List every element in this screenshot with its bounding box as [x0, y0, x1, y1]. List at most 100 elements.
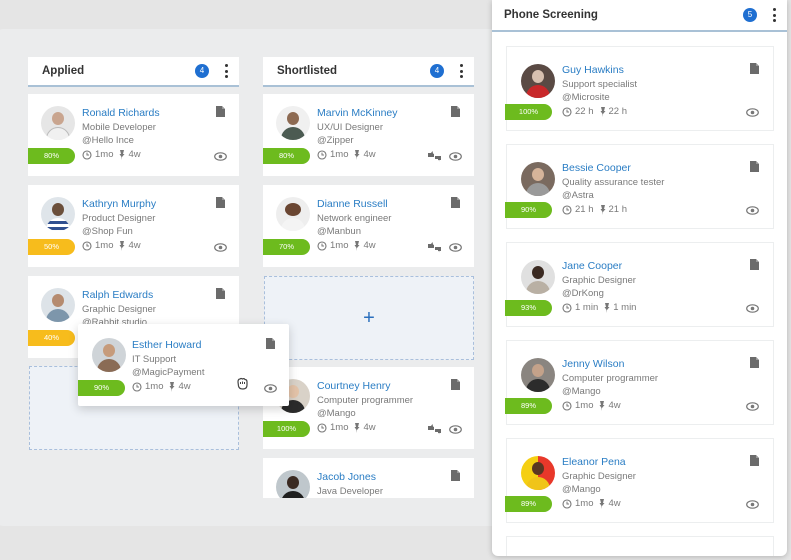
document-icon[interactable] — [750, 63, 759, 74]
candidate-company: @Zipper — [317, 135, 354, 146]
dragging-card[interactable]: Esther Howard IT Support @MagicPayment 1… — [78, 324, 289, 406]
candidate-company: @MagicPayment — [132, 367, 205, 378]
candidate-company: @Hello Ince — [82, 135, 134, 146]
candidate-company: @Microsite — [562, 92, 610, 103]
candidate-card[interactable]: Ronald Richards Mobile Developer @Hello … — [28, 94, 239, 176]
document-icon[interactable] — [451, 379, 460, 390]
eye-icon[interactable] — [746, 500, 759, 509]
document-icon[interactable] — [750, 357, 759, 368]
candidate-role: Graphic Designer — [562, 471, 636, 482]
candidate-role: Support specialist — [562, 79, 637, 90]
candidate-role: IT Support — [132, 354, 177, 365]
more-options-icon[interactable] — [221, 63, 231, 79]
candidate-card[interactable]: Marvin McKinney UX/UI Designer @Zipper 1… — [263, 94, 474, 176]
candidate-card[interactable]: Kathryn Murphy Product Designer @Shop Fu… — [28, 185, 239, 267]
candidate-name[interactable]: Jacob Jones — [317, 471, 376, 483]
candidate-card[interactable]: Jacob Jones Java Developer — [263, 458, 474, 498]
eye-icon[interactable] — [449, 243, 462, 252]
eye-icon[interactable] — [746, 304, 759, 313]
avatar — [521, 456, 555, 490]
time-since: 1 min — [575, 302, 599, 313]
pin-icon — [600, 107, 606, 117]
candidate-name[interactable]: Ronald Richards — [82, 107, 160, 119]
avatar — [92, 338, 126, 372]
document-icon[interactable] — [451, 470, 460, 481]
avatar — [276, 197, 310, 231]
candidate-company: @Manbun — [317, 226, 361, 237]
candidate-card[interactable]: Bessie Cooper Quality assurance tester @… — [505, 144, 774, 229]
avatar — [41, 106, 75, 140]
eye-icon[interactable] — [449, 425, 462, 434]
candidate-card[interactable]: Eleanor Pena Graphic Designer @Mango 1mo… — [505, 438, 774, 523]
candidate-company: @DrKong — [562, 288, 604, 299]
column-applied: Applied 4 — [28, 57, 239, 87]
column-shortlisted: Shortlisted 4 — [263, 57, 474, 87]
document-icon[interactable] — [750, 161, 759, 172]
document-icon[interactable] — [216, 288, 225, 299]
candidate-name[interactable]: Esther Howard — [132, 339, 201, 351]
eye-icon[interactable] — [449, 152, 462, 161]
document-icon[interactable] — [750, 455, 759, 466]
document-icon[interactable] — [451, 197, 460, 208]
avatar — [521, 162, 555, 196]
add-icon[interactable]: + — [363, 308, 375, 328]
document-icon[interactable] — [451, 106, 460, 117]
column-header: Shortlisted 4 — [263, 57, 474, 87]
candidate-name[interactable]: Jane Cooper — [562, 260, 622, 272]
time-since: 1mo — [95, 149, 114, 160]
time-since: 1mo — [145, 381, 164, 392]
card-meta: 1mo 4w — [82, 149, 141, 160]
candidate-card[interactable]: Jane Cooper Graphic Designer @DrKong 1 m… — [505, 242, 774, 327]
candidate-card[interactable]: Jenny Wilson Computer programmer @Mango … — [505, 340, 774, 425]
thumbs-up-down-icon[interactable] — [427, 151, 442, 162]
pin-icon — [599, 401, 605, 411]
clock-icon — [317, 241, 327, 251]
candidate-name[interactable]: Dianne Russell — [317, 198, 388, 210]
add-card-zone[interactable]: + — [264, 276, 474, 360]
candidate-name[interactable]: Marvin McKinney — [317, 107, 398, 119]
more-options-icon[interactable] — [769, 7, 779, 23]
candidate-name[interactable]: Eleanor Pena — [562, 456, 626, 468]
time-since: 1mo — [575, 400, 594, 411]
grab-cursor-icon — [236, 377, 249, 390]
candidate-name[interactable]: Courtney Henry — [317, 380, 391, 392]
count-badge: 4 — [195, 64, 209, 78]
candidate-card[interactable]: Guy Hawkins Support specialist @Microsit… — [505, 46, 774, 131]
pin-icon — [119, 150, 125, 160]
column-phone-screening: Phone Screening 5 Guy Hawkins Support sp… — [492, 0, 787, 556]
candidate-name[interactable]: Bessie Cooper — [562, 162, 631, 174]
candidate-card[interactable]: Courtney Henry Computer programmer @Mang… — [263, 367, 474, 449]
card-meta: 1mo 4w — [317, 149, 376, 160]
candidate-card-partial[interactable] — [506, 536, 774, 556]
document-icon[interactable] — [266, 338, 275, 349]
progress-pill: 80% — [28, 148, 75, 164]
pin-icon — [600, 205, 606, 215]
candidate-name[interactable]: Jenny Wilson — [562, 358, 624, 370]
eye-icon[interactable] — [746, 108, 759, 117]
progress-pill: 90% — [505, 202, 552, 218]
candidate-name[interactable]: Ralph Edwards — [82, 289, 153, 301]
candidate-role: Product Designer — [82, 213, 156, 224]
eye-icon[interactable] — [214, 152, 227, 161]
document-icon[interactable] — [216, 106, 225, 117]
pin-icon — [169, 382, 175, 392]
thumbs-up-down-icon[interactable] — [427, 424, 442, 435]
more-options-icon[interactable] — [456, 63, 466, 79]
eye-icon[interactable] — [746, 206, 759, 215]
card-meta: 22 h 22 h — [562, 106, 627, 117]
candidate-card[interactable]: Dianne Russell Network engineer @Manbun … — [263, 185, 474, 267]
eye-icon[interactable] — [746, 402, 759, 411]
time-since: 1mo — [330, 240, 349, 251]
eye-icon[interactable] — [264, 384, 277, 393]
eye-icon[interactable] — [214, 243, 227, 252]
candidate-name[interactable]: Guy Hawkins — [562, 64, 624, 76]
candidate-role: Computer programmer — [562, 373, 659, 384]
document-icon[interactable] — [750, 259, 759, 270]
thumbs-up-down-icon[interactable] — [427, 242, 442, 253]
clock-icon — [562, 499, 572, 509]
card-meta: 1mo 4w — [82, 240, 141, 251]
avatar — [41, 288, 75, 322]
document-icon[interactable] — [216, 197, 225, 208]
candidate-role: Graphic Designer — [562, 275, 636, 286]
candidate-name[interactable]: Kathryn Murphy — [82, 198, 156, 210]
